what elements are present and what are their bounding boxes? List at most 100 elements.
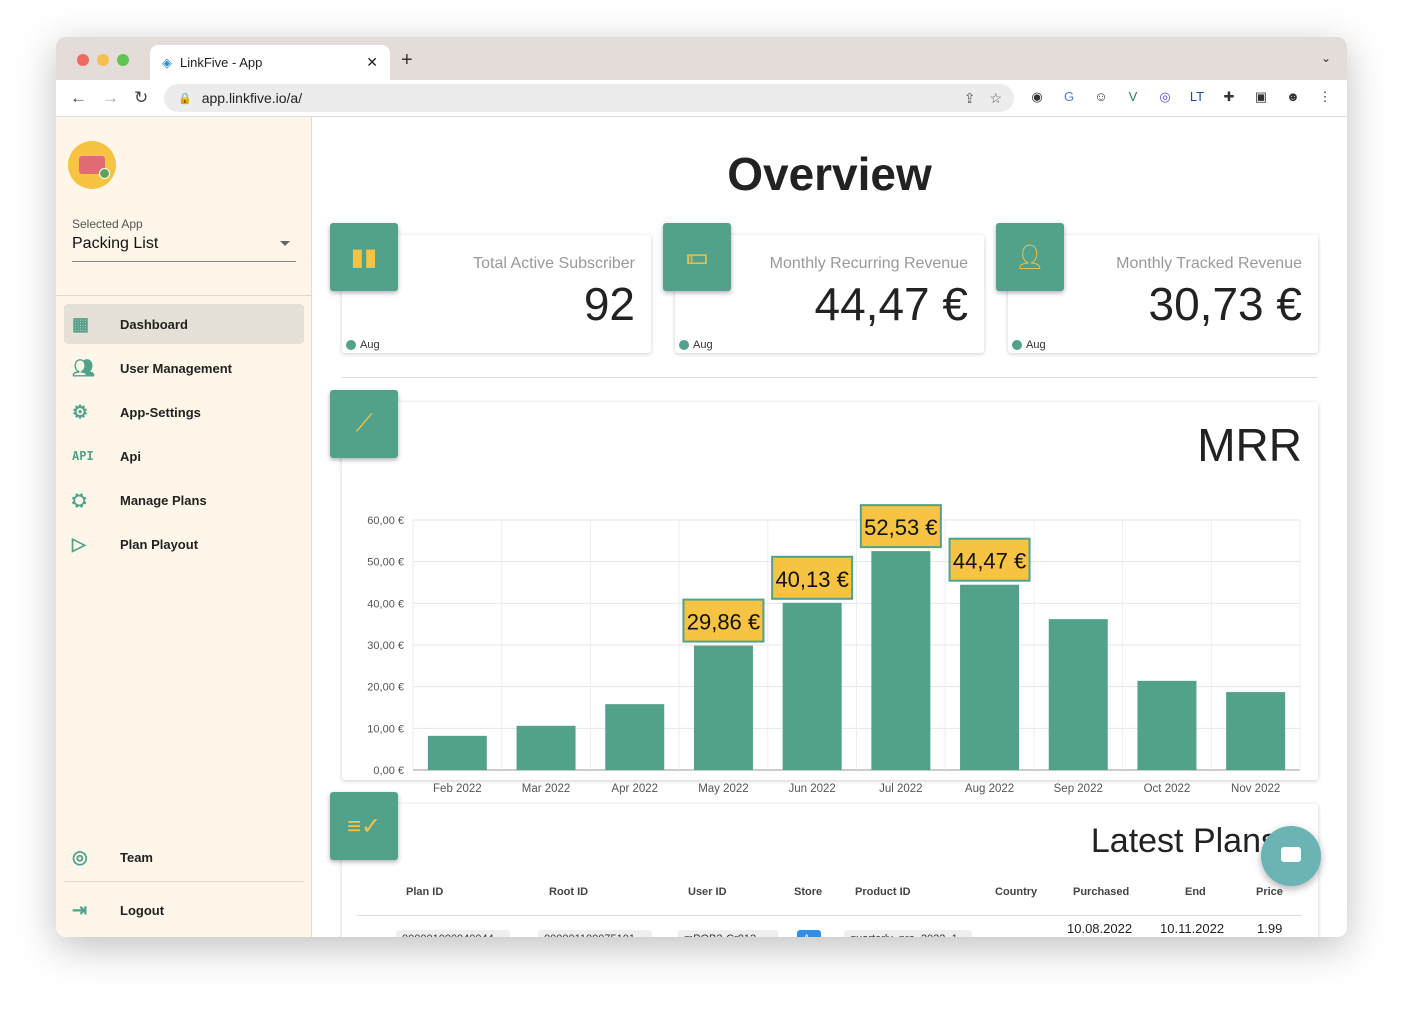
logout-icon: ⇥ [72, 899, 88, 920]
x-tick-label: Aug 2022 [965, 783, 1014, 795]
app-logo[interactable] [68, 141, 116, 189]
users-icon: 👥︎ [72, 357, 95, 378]
mrr-bar-chart: 0,00 € 10,00 € 20,00 € 30,00 € 40,00 € 50,00 … [367, 504, 1301, 795]
column-header[interactable]: Product ID [855, 886, 911, 898]
apple-store-icon: A [797, 930, 821, 937]
divider [356, 915, 1302, 916]
column-header[interactable]: End [1185, 886, 1206, 898]
purchased-cell: 10.08.2022 [1067, 921, 1133, 936]
y-tick-label: 60,00 € [367, 515, 404, 527]
close-window-button[interactable] [77, 54, 89, 66]
sidebar-item-api[interactable]: API Api [64, 436, 304, 476]
x-tick-label: Sep 2022 [1054, 783, 1103, 795]
linkfive-favicon-icon: ◈ [162, 54, 172, 70]
sidebar-item-dashboard[interactable]: ▦ Dashboard [64, 304, 304, 344]
sidebar-item-team[interactable]: ◎ Team [64, 837, 304, 877]
x-tick-label: May 2022 [698, 783, 749, 795]
chip-icon: ⛭ [72, 489, 87, 510]
data-label: 40,13 € [775, 567, 848, 592]
column-header[interactable]: User ID [688, 886, 727, 898]
extension-icon[interactable]: ◉ [1028, 89, 1046, 107]
languagetool-extension-icon[interactable]: LT [1188, 89, 1206, 107]
latest-plans-title: Latest Plans [1090, 822, 1278, 860]
tab-list-chevron-icon[interactable]: ⌄ [1321, 51, 1331, 65]
minimize-window-button[interactable] [97, 54, 109, 66]
root-id-chip[interactable]: 000001100075101 [538, 930, 652, 937]
vue-extension-icon[interactable]: V [1124, 89, 1142, 107]
profile-avatar[interactable]: ☻ [1284, 89, 1302, 107]
list-check-icon: ≡✓ [330, 792, 398, 860]
column-header[interactable]: Price [1256, 886, 1283, 898]
bookmark-star-icon[interactable]: ☆ [989, 90, 1002, 107]
maximize-window-button[interactable] [117, 54, 129, 66]
app-select[interactable]: Packing List [72, 235, 296, 262]
puzzle-extensions-icon[interactable]: ✚ [1220, 89, 1238, 107]
tab-bar: ◈ LinkFive - App ✕ + ⌄ [56, 37, 1347, 80]
sidebar-item-user-management[interactable]: 👥︎ User Management [64, 348, 304, 388]
product-id-chip[interactable]: quarterly_pro_2022_1 [844, 930, 972, 937]
bar [960, 584, 1020, 770]
sidebar-item-logout[interactable]: ⇥ Logout [64, 890, 304, 930]
forward-button[interactable]: → [102, 88, 119, 108]
column-header[interactable]: Country [995, 886, 1037, 898]
back-button[interactable]: ← [70, 88, 87, 108]
main-content: Overview Total Active Subscriber 92 Aug … [312, 117, 1347, 937]
data-label: 52,53 € [864, 515, 937, 540]
column-header[interactable]: Purchased [1073, 886, 1129, 898]
plan-id-chip[interactable]: 000001000040044 [396, 930, 510, 937]
column-header[interactable]: Root ID [549, 886, 588, 898]
bar [427, 735, 487, 770]
play-icon: ▷ [72, 533, 86, 554]
bar [782, 602, 842, 770]
y-tick-label: 10,00 € [367, 723, 404, 735]
share-icon[interactable]: ⇪ [964, 90, 976, 107]
browser-window: ◈ LinkFive - App ✕ + ⌄ ← → ↻ 🔒 app.linkf… [56, 37, 1347, 937]
country-cell: GB [1007, 934, 1026, 937]
divider [64, 881, 304, 882]
browser-toolbar: ← → ↻ 🔒 app.linkfive.io/a/ ⇪ ☆ ◉ G ☺ V ◎… [56, 80, 1347, 117]
chat-button[interactable] [1261, 826, 1321, 886]
bar [605, 704, 665, 770]
y-tick-label: 0,00 € [373, 765, 404, 777]
column-header[interactable]: Store [794, 886, 822, 898]
address-bar[interactable]: 🔒 app.linkfive.io/a/ ⇪ ☆ [164, 84, 1014, 112]
reload-button[interactable]: ↻ [134, 88, 148, 108]
latest-plans-card: Latest Plans Plan ID Root ID User ID Sto… [342, 804, 1318, 937]
sidebar-item-plan-playout[interactable]: ▷ Plan Playout [64, 524, 304, 564]
grid-icon: ▦ [72, 313, 90, 334]
column-header[interactable]: Plan ID [406, 886, 443, 898]
x-tick-label: Jun 2022 [788, 783, 835, 795]
new-tab-button[interactable]: + [401, 49, 413, 72]
bar [1048, 619, 1108, 770]
browser-tab[interactable]: ◈ LinkFive - App ✕ [150, 45, 390, 80]
sidebar-item-app-settings[interactable]: ⚙ App-Settings [64, 392, 304, 432]
x-tick-label: Apr 2022 [611, 783, 658, 795]
x-tick-label: Jul 2022 [879, 783, 922, 795]
x-tick-label: Oct 2022 [1144, 783, 1191, 795]
x-tick-label: Feb 2022 [433, 783, 482, 795]
api-icon: API [72, 449, 94, 463]
y-tick-label: 40,00 € [367, 598, 404, 610]
bar [871, 551, 931, 770]
tab-title: LinkFive - App [180, 55, 263, 70]
menu-dots-icon[interactable]: ⋮ [1316, 89, 1334, 107]
user-id-chip[interactable]: mPOB2-Cr812 [678, 930, 778, 937]
sidebar-item-manage-plans[interactable]: ⛭ Manage Plans [64, 480, 304, 520]
bar [1226, 692, 1286, 770]
y-tick-label: 50,00 € [367, 557, 404, 569]
y-tick-label: 20,00 € [367, 682, 404, 694]
y-tick-label: 30,00 € [367, 640, 404, 652]
ghost-extension-icon[interactable]: ☺ [1092, 89, 1110, 107]
bar [1137, 680, 1197, 770]
selected-app-label: Selected App [72, 217, 143, 231]
data-label: 29,86 € [687, 610, 760, 635]
translate-extension-icon[interactable]: G [1060, 89, 1078, 107]
selected-app-value: Packing List [72, 235, 159, 252]
bar [516, 725, 576, 770]
sidepanel-icon[interactable]: ▣ [1252, 89, 1270, 107]
price-cell: 1.99 [1257, 921, 1283, 936]
data-label: 44,47 € [953, 549, 1026, 574]
close-tab-icon[interactable]: ✕ [366, 54, 378, 71]
user-circle-icon: ◎ [72, 846, 88, 867]
circle-extension-icon[interactable]: ◎ [1156, 89, 1174, 107]
